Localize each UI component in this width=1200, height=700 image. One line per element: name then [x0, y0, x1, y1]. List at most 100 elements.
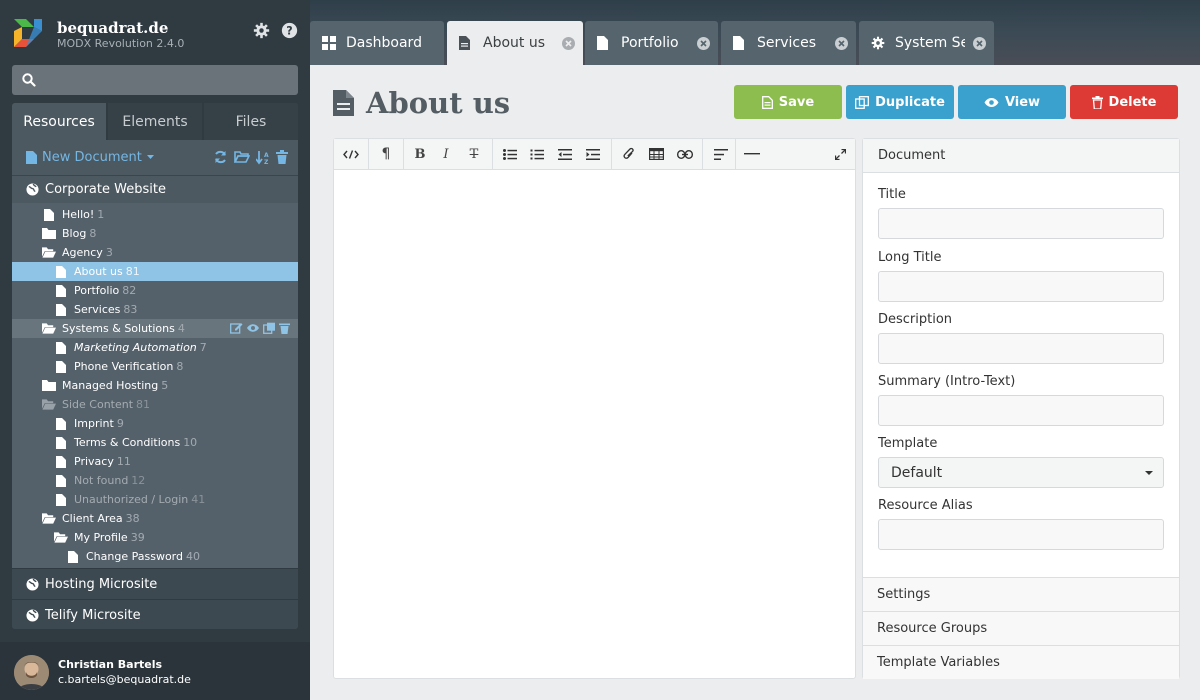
- table-icon[interactable]: [642, 139, 670, 170]
- tab-portfolio[interactable]: Portfolio: [585, 21, 718, 65]
- section-template-variables[interactable]: Template Variables: [863, 645, 1179, 679]
- context-label: Corporate Website: [45, 182, 166, 197]
- tree-node-terms-conditions[interactable]: Terms & Conditions 10: [12, 433, 298, 452]
- tree-node-side-content[interactable]: Side Content 81: [12, 395, 298, 414]
- tab-services[interactable]: Services: [721, 21, 856, 65]
- close-icon[interactable]: [835, 37, 848, 50]
- summary-label: Summary (Intro-Text): [878, 374, 1016, 389]
- duplicate-icon[interactable]: [263, 322, 276, 334]
- document-icon: [56, 341, 66, 354]
- context-telify-microsite[interactable]: Telify Microsite: [12, 599, 298, 629]
- document-panel: Document Title Long Title Description Su…: [862, 138, 1180, 679]
- context-hosting-microsite[interactable]: Hosting Microsite: [12, 568, 298, 599]
- italic-icon[interactable]: I: [432, 139, 460, 170]
- folder-open-icon: [42, 323, 56, 334]
- view-button[interactable]: View: [958, 85, 1066, 119]
- tree-node-portfolio[interactable]: Portfolio 82: [12, 281, 298, 300]
- section-settings[interactable]: Settings: [863, 577, 1179, 611]
- link-icon[interactable]: [670, 139, 700, 170]
- eye-icon[interactable]: [246, 322, 260, 334]
- tab-resources[interactable]: Resources: [12, 103, 108, 140]
- bold-icon[interactable]: B: [404, 139, 432, 170]
- long-title-input[interactable]: [878, 271, 1164, 302]
- resource-alias-input[interactable]: [878, 519, 1164, 550]
- tree-node-hello[interactable]: Hello! 1: [12, 205, 298, 224]
- new-document-button[interactable]: New Document: [26, 150, 154, 165]
- tree-node-privacy[interactable]: Privacy 11: [12, 452, 298, 471]
- tree-node-not-found[interactable]: Not found 12: [12, 471, 298, 490]
- description-input[interactable]: [878, 333, 1164, 364]
- code-view-icon[interactable]: [334, 139, 368, 170]
- indent-icon[interactable]: [579, 139, 607, 170]
- folder-open-icon[interactable]: [234, 150, 250, 164]
- strikethrough-icon[interactable]: T: [460, 139, 488, 170]
- refresh-icon[interactable]: [213, 150, 228, 164]
- context-label: Telify Microsite: [45, 607, 141, 623]
- tree-node-client-area[interactable]: Client Area 38: [12, 509, 298, 528]
- folder-icon: [42, 228, 56, 239]
- template-select[interactable]: Default: [878, 457, 1164, 488]
- page-title: About us: [333, 86, 510, 120]
- tree-node-managed-hosting[interactable]: Managed Hosting 5: [12, 376, 298, 395]
- editor-body[interactable]: [334, 171, 855, 678]
- avatar[interactable]: [14, 655, 49, 690]
- trash-icon: [1091, 95, 1103, 109]
- context-label: Hosting Microsite: [45, 576, 158, 592]
- tab-elements[interactable]: Elements: [108, 103, 204, 140]
- tree-node-my-profile[interactable]: My Profile 39: [12, 528, 298, 547]
- user-profile[interactable]: Christian Bartels c.bartels@bequadrat.de: [0, 642, 310, 700]
- modx-logo[interactable]: [12, 17, 44, 49]
- title-input[interactable]: [878, 208, 1164, 239]
- tab-dashboard[interactable]: Dashboard: [310, 21, 444, 65]
- content-editor: ¶ B I T: [333, 138, 856, 679]
- template-value: Default: [891, 464, 943, 481]
- numbered-list-icon[interactable]: [523, 139, 551, 170]
- sort-icon[interactable]: AZ: [256, 150, 270, 165]
- close-icon[interactable]: [562, 37, 575, 50]
- folder-open-icon: [42, 247, 56, 258]
- align-icon[interactable]: [703, 139, 735, 170]
- attachment-icon[interactable]: [612, 139, 642, 170]
- outdent-icon[interactable]: [551, 139, 579, 170]
- tab-system-settings[interactable]: System Settings: [859, 21, 994, 65]
- tab-about-us[interactable]: About us: [447, 21, 583, 65]
- tree-node-agency[interactable]: Agency 3: [12, 243, 298, 262]
- document-panel-header[interactable]: Document: [863, 139, 1179, 173]
- bullet-list-icon[interactable]: [493, 139, 523, 170]
- paragraph-format-icon[interactable]: ¶: [369, 139, 403, 170]
- search-input[interactable]: [12, 65, 298, 95]
- context-corporate-website[interactable]: Corporate Website: [12, 175, 298, 203]
- folder-icon: [42, 380, 56, 391]
- close-icon[interactable]: [697, 37, 710, 50]
- tree-node-phone-verification[interactable]: Phone Verification 8: [12, 357, 298, 376]
- edit-icon[interactable]: [230, 322, 243, 334]
- section-resource-groups[interactable]: Resource Groups: [863, 611, 1179, 645]
- summary-input[interactable]: [878, 395, 1164, 426]
- document-icon: [26, 151, 37, 164]
- tab-files[interactable]: Files: [204, 103, 298, 140]
- tree-node-marketing-automation[interactable]: Marketing Automation 7: [12, 338, 298, 357]
- duplicate-button[interactable]: Duplicate: [846, 85, 954, 119]
- gear-icon[interactable]: [252, 21, 270, 39]
- new-document-label: New Document: [42, 150, 142, 165]
- tree-node-blog[interactable]: Blog 8: [12, 224, 298, 243]
- trash-icon[interactable]: [279, 322, 290, 334]
- tree-node-imprint[interactable]: Imprint 9: [12, 414, 298, 433]
- horizontal-rule-icon[interactable]: [736, 139, 768, 170]
- tree-node-systems-solutions[interactable]: Systems & Solutions 4: [12, 319, 298, 338]
- close-icon[interactable]: [973, 37, 986, 50]
- folder-open-icon: [42, 513, 56, 524]
- fullscreen-icon[interactable]: [829, 139, 851, 170]
- help-icon[interactable]: ?: [280, 21, 298, 39]
- trash-icon[interactable]: [276, 150, 288, 164]
- tree-node-unauthorized-login[interactable]: Unauthorized / Login 41: [12, 490, 298, 509]
- tree-node-change-password[interactable]: Change Password 40: [12, 547, 298, 566]
- document-icon: [733, 36, 747, 50]
- tree-node-services[interactable]: Services 83: [12, 300, 298, 319]
- tree-node-about-us[interactable]: About us 81: [12, 262, 298, 281]
- chevron-down-icon: [146, 155, 154, 159]
- delete-button[interactable]: Delete: [1070, 85, 1178, 119]
- search-icon: [22, 73, 36, 87]
- page-title-text: About us: [366, 86, 511, 120]
- save-button[interactable]: Save: [734, 85, 842, 119]
